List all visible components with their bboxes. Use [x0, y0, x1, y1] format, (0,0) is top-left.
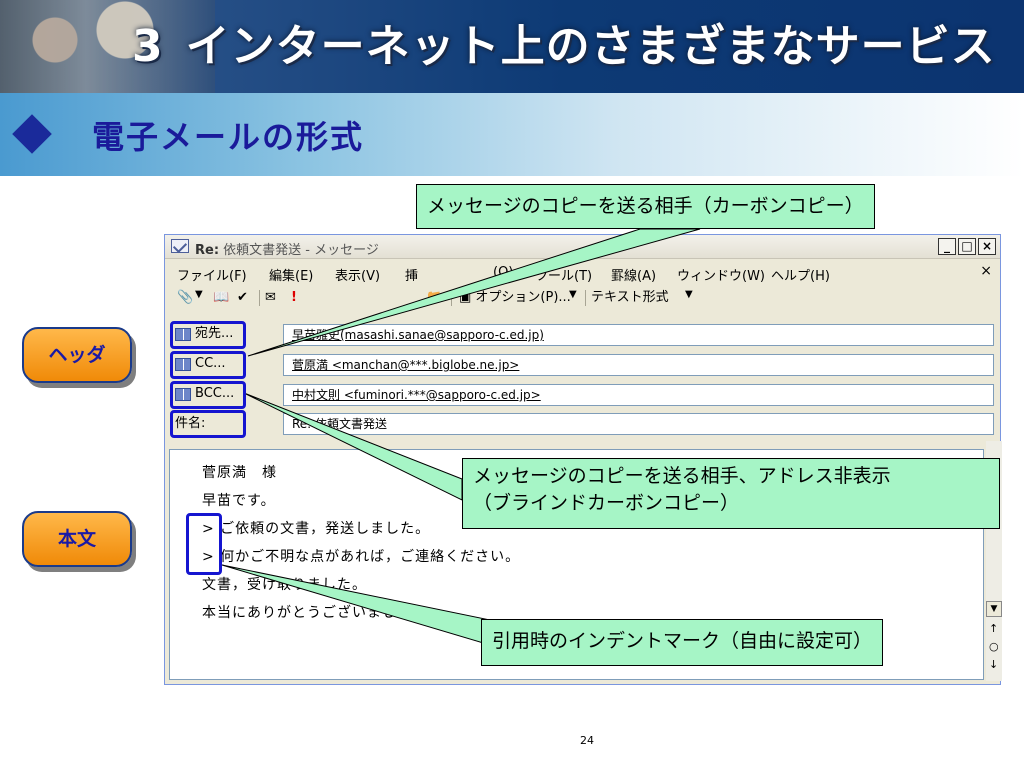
quote-callout-pointer [221, 564, 491, 646]
cc-callout-pointer [247, 228, 701, 357]
bcc-highlight [170, 381, 246, 409]
body-label-pill: 本文 [22, 511, 132, 567]
page-number: 24 [580, 734, 594, 747]
bcc-callout: メッセージのコピーを送る相手、アドレス非表示 （ブラインドカーボンコピー） [462, 458, 1000, 529]
bcc-callout-line1: メッセージのコピーを送る相手、アドレス非表示 [473, 465, 891, 487]
cc-callout: メッセージのコピーを送る相手（カーボンコピー） [416, 184, 875, 229]
bcc-callout-line2: （ブラインドカーボンコピー） [473, 492, 740, 514]
header-label-pill: ヘッダ [22, 327, 132, 383]
cc-highlight [170, 351, 246, 379]
to-highlight [170, 321, 246, 349]
bcc-callout-pointer [243, 392, 463, 501]
quote-callout: 引用時のインデントマーク（自由に設定可） [481, 619, 884, 666]
subject-highlight [170, 410, 246, 438]
quote-mark-highlight [186, 513, 222, 575]
